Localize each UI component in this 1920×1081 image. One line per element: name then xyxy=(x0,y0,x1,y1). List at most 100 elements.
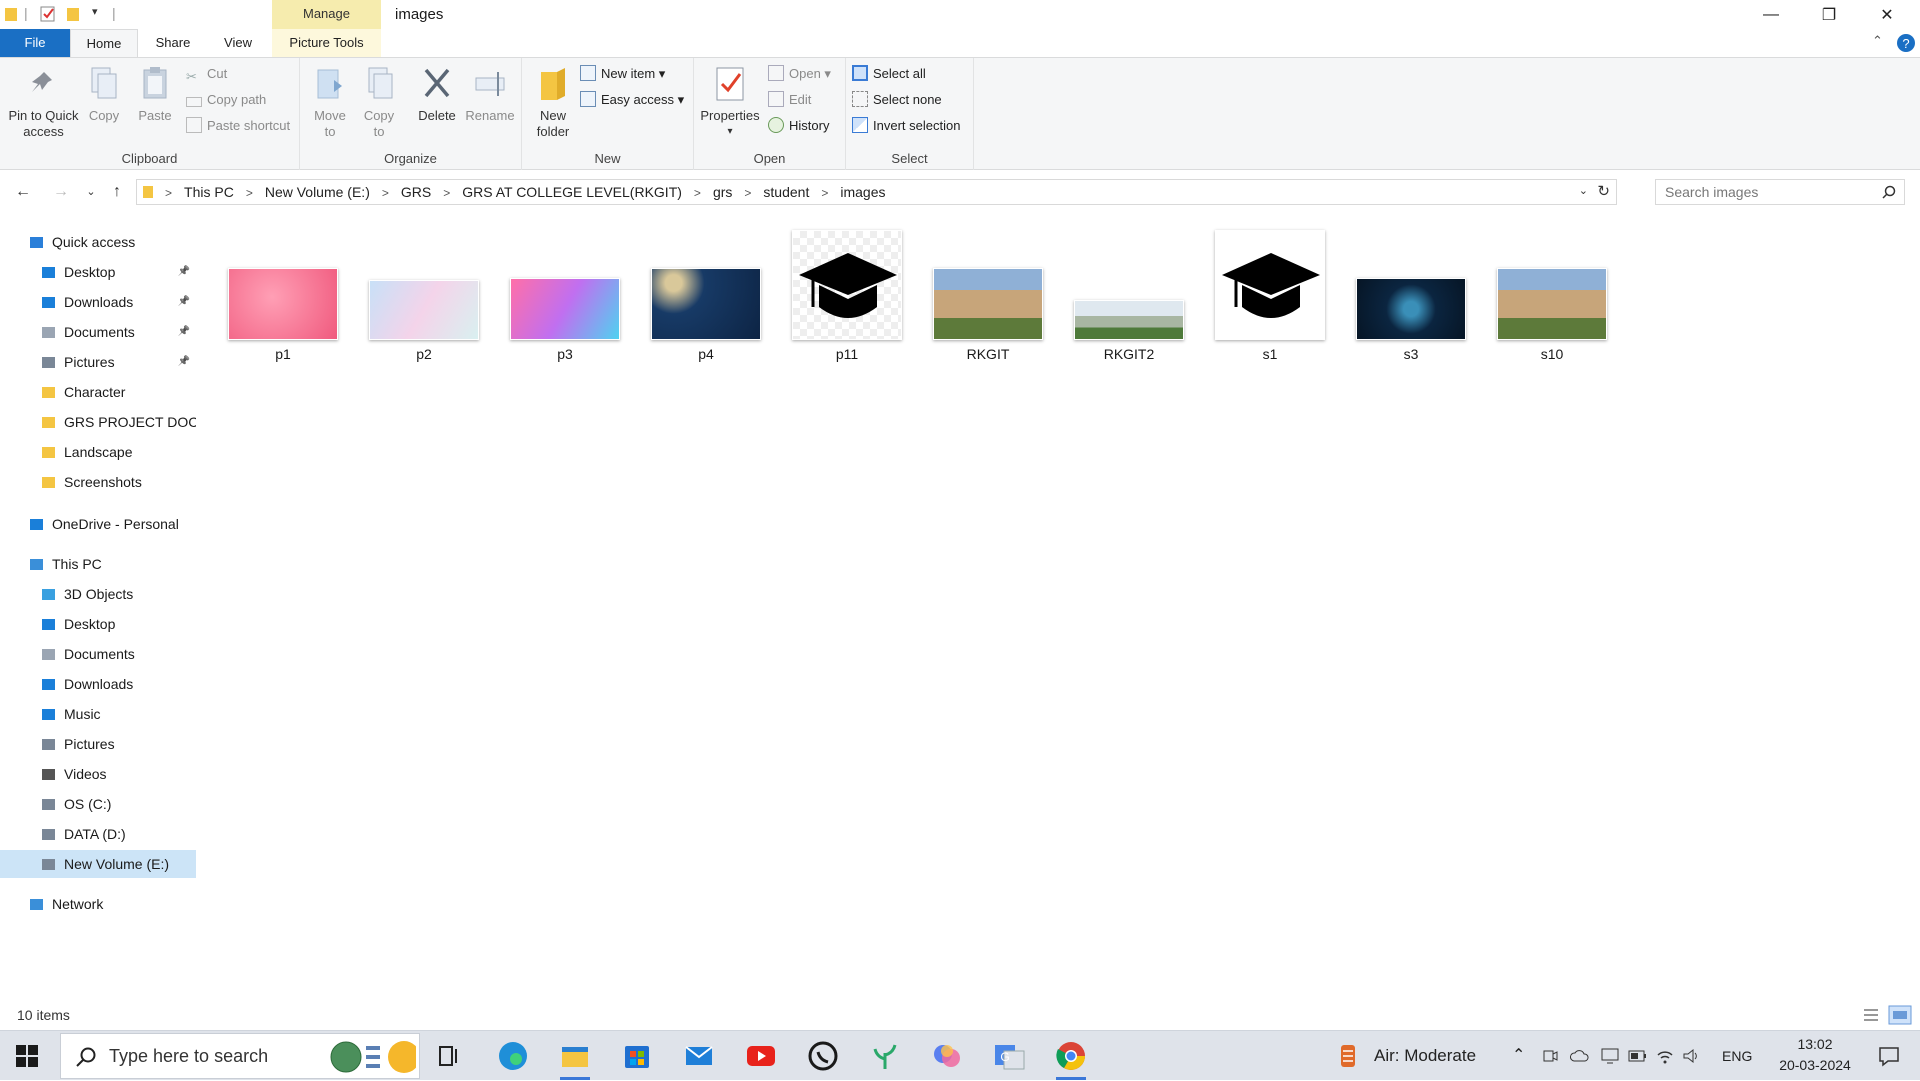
manage-contextual-tab[interactable]: Manage xyxy=(272,0,381,29)
file-item[interactable]: p1 xyxy=(218,228,348,368)
nav-item-grs-project-documents[interactable]: GRS PROJECT DOCUMENTS xyxy=(0,408,196,436)
nav-item-documents[interactable]: Documents 📌 xyxy=(0,318,196,346)
air-quality-icon[interactable] xyxy=(1338,1043,1358,1069)
notifications-icon[interactable] xyxy=(1878,1045,1900,1067)
breadcrumb-item[interactable]: GRS xyxy=(401,184,431,200)
pin-icon[interactable]: 📌 xyxy=(178,288,190,316)
paste-shortcut-button[interactable]: Paste shortcut xyxy=(186,116,290,136)
file-item[interactable]: p2 xyxy=(359,228,489,368)
search-input[interactable]: Search images xyxy=(1665,180,1758,204)
breadcrumb-separator-icon[interactable]: > xyxy=(744,186,751,200)
taskbar-search-box[interactable]: Type here to search xyxy=(60,1033,420,1079)
file-item[interactable]: s10 xyxy=(1487,228,1617,368)
breadcrumb-item[interactable]: images xyxy=(840,184,885,200)
qat-customize-icon[interactable]: ▾ xyxy=(92,5,98,23)
new-item-button[interactable]: New item ▾ xyxy=(580,64,665,84)
breadcrumb-item[interactable]: grs xyxy=(713,184,732,200)
delete-button[interactable]: Delete xyxy=(414,64,460,124)
copy-path-button[interactable]: Copy path xyxy=(186,90,266,110)
tab-home[interactable]: Home xyxy=(70,29,138,57)
breadcrumb-separator-icon[interactable]: > xyxy=(694,186,701,200)
display-icon[interactable] xyxy=(1600,1047,1620,1065)
breadcrumb-separator-icon[interactable]: > xyxy=(443,186,450,200)
edge-taskbar-button[interactable] xyxy=(494,1037,532,1075)
nav-item-pictures[interactable]: Pictures xyxy=(0,730,196,758)
nav-item-landscape[interactable]: Landscape xyxy=(0,438,196,466)
select-none-button[interactable]: Select none xyxy=(852,90,942,110)
new-folder-button[interactable]: New folder xyxy=(530,64,576,140)
open-button[interactable]: Open ▾ xyxy=(768,64,831,84)
file-item[interactable]: s1 xyxy=(1205,228,1335,368)
cut-button[interactable]: ✂ Cut xyxy=(186,64,227,84)
collapse-ribbon-icon[interactable]: ⌃ xyxy=(1872,33,1883,49)
file-item[interactable]: p3 xyxy=(500,228,630,368)
invert-selection-button[interactable]: Invert selection xyxy=(852,116,960,136)
address-dropdown-icon[interactable]: ⌄ xyxy=(1579,184,1588,197)
breadcrumb-item[interactable]: This PC xyxy=(184,184,234,200)
recent-locations-icon[interactable]: ⌄ xyxy=(80,181,102,203)
clock-date[interactable]: 20-03-2024 xyxy=(1770,1057,1860,1073)
history-button[interactable]: History xyxy=(768,116,829,136)
pin-icon[interactable]: 📌 xyxy=(178,258,190,286)
breadcrumb-item[interactable]: GRS AT COLLEGE LEVEL(RKGIT) xyxy=(462,184,682,200)
back-arrow-icon[interactable]: ← xyxy=(12,181,34,203)
nav-item-videos[interactable]: Videos xyxy=(0,760,196,788)
nav-item-3d-objects[interactable]: 3D Objects xyxy=(0,580,196,608)
taskbar-search-input[interactable]: Type here to search xyxy=(109,1034,268,1078)
nav-network[interactable]: Network xyxy=(0,890,196,918)
up-arrow-icon[interactable]: ↑ xyxy=(106,181,128,203)
minimize-button[interactable]: — xyxy=(1742,0,1800,29)
windows-start-icon[interactable] xyxy=(16,1045,38,1067)
search-highlight-globe-icon[interactable] xyxy=(326,1038,416,1076)
easy-access-button[interactable]: Easy access ▾ xyxy=(580,90,684,110)
nav-item-desktop[interactable]: Desktop xyxy=(0,610,196,638)
task-view-taskbar-button[interactable] xyxy=(430,1037,468,1075)
battery-icon[interactable] xyxy=(1628,1049,1648,1063)
tab-picture-tools[interactable]: Picture Tools xyxy=(272,29,381,57)
nav-item-new-volume-e-[interactable]: New Volume (E:) xyxy=(0,850,196,878)
details-view-icon[interactable] xyxy=(1862,1007,1880,1023)
rename-button[interactable]: Rename xyxy=(464,64,516,124)
nav-item-documents[interactable]: Documents xyxy=(0,640,196,668)
close-button[interactable]: ✕ xyxy=(1858,0,1916,29)
breadcrumb-separator-icon[interactable]: > xyxy=(246,186,253,200)
nav-item-pictures[interactable]: Pictures 📌 xyxy=(0,348,196,376)
nav-item-desktop[interactable]: Desktop 📌 xyxy=(0,258,196,286)
forward-arrow-icon[interactable]: → xyxy=(50,181,72,203)
youtube-taskbar-button[interactable] xyxy=(742,1037,780,1075)
tab-view[interactable]: View xyxy=(208,29,268,57)
breadcrumb-item[interactable]: New Volume (E:) xyxy=(265,184,370,200)
properties-icon[interactable] xyxy=(40,5,56,23)
nav-item-downloads[interactable]: Downloads 📌 xyxy=(0,288,196,316)
file-item[interactable]: s3 xyxy=(1346,228,1476,368)
breadcrumb-separator-icon[interactable]: > xyxy=(821,186,828,200)
whatsapp-taskbar-button[interactable] xyxy=(804,1037,842,1075)
onedrive-cloud-icon[interactable] xyxy=(1570,1048,1590,1064)
file-item[interactable]: RKGIT2 xyxy=(1064,228,1194,368)
weather-status[interactable]: Air: Moderate xyxy=(1374,1031,1476,1081)
pin-icon[interactable]: 📌 xyxy=(178,318,190,346)
maximize-button[interactable]: ❐ xyxy=(1800,0,1858,29)
pin-to-quick-access-button[interactable]: Pin to Quick access xyxy=(6,64,81,140)
select-all-button[interactable]: Select all xyxy=(852,64,926,84)
copy-button[interactable]: Copy xyxy=(84,64,124,124)
google-translate-taskbar-button[interactable]: G xyxy=(990,1037,1028,1075)
breadcrumb-item[interactable]: student xyxy=(763,184,809,200)
chrome-taskbar-button[interactable] xyxy=(1052,1037,1090,1080)
refresh-icon[interactable]: ↻ xyxy=(1597,182,1610,200)
meet-now-icon[interactable] xyxy=(1542,1048,1558,1064)
nav-item-os-c-[interactable]: OS (C:) xyxy=(0,790,196,818)
new-folder-icon[interactable] xyxy=(66,5,82,23)
nav-onedrive[interactable]: OneDrive - Personal xyxy=(0,510,196,538)
nav-item-screenshots[interactable]: Screenshots xyxy=(0,468,196,496)
edit-button[interactable]: Edit xyxy=(768,90,811,110)
nav-item-data-d-[interactable]: DATA (D:) xyxy=(0,820,196,848)
show-hidden-icons-icon[interactable]: ⌃ xyxy=(1512,1045,1525,1065)
volume-icon[interactable] xyxy=(1682,1047,1700,1065)
nav-item-music[interactable]: Music xyxy=(0,700,196,728)
language-indicator[interactable]: ENG xyxy=(1722,1031,1752,1081)
copilot-taskbar-button[interactable] xyxy=(928,1037,966,1075)
address-bar[interactable]: > This PC > New Volume (E:) > GRS > GRS AT COLL… xyxy=(136,179,1617,205)
clock-time[interactable]: 13:02 xyxy=(1770,1036,1860,1052)
file-item[interactable]: RKGIT xyxy=(923,228,1053,368)
